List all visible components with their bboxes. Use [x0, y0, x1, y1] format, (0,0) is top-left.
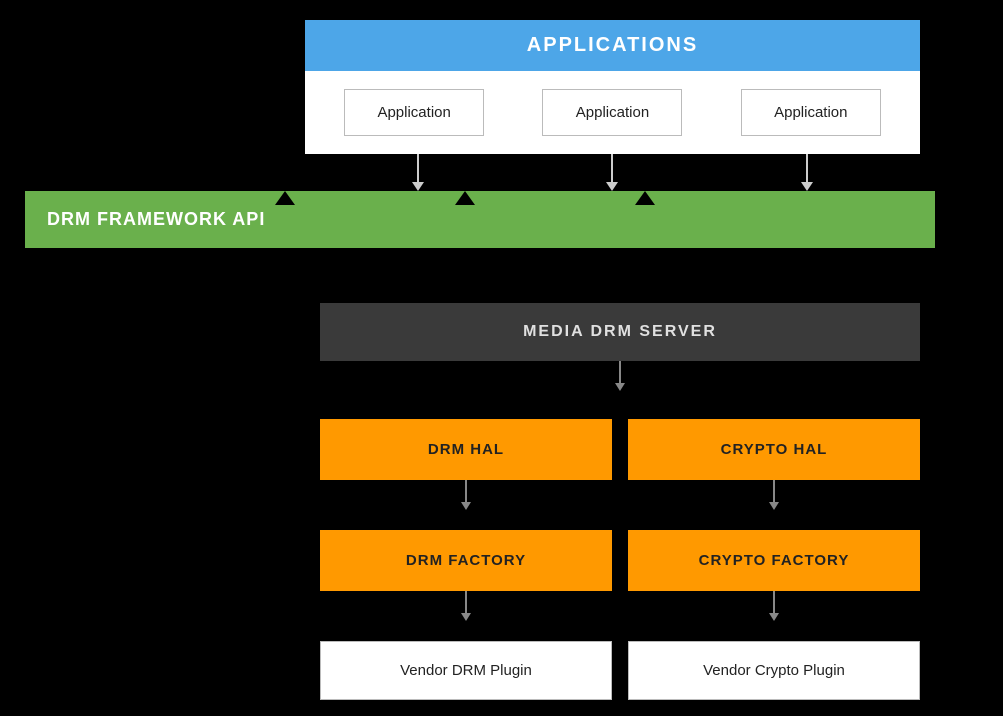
hal-row: DRM HAL CRYPTO HAL	[320, 419, 920, 480]
factory-arrow-1	[461, 591, 471, 621]
application-box-2: Application	[542, 89, 682, 136]
head-3	[801, 182, 813, 191]
notch-2	[455, 191, 475, 205]
applications-header: APPLICATIONS	[305, 20, 920, 71]
application-box-1: Application	[344, 89, 484, 136]
factory-head-2	[769, 613, 779, 621]
hal-arrow-1	[461, 480, 471, 510]
mid-gap	[10, 248, 990, 303]
shaft-2	[611, 154, 613, 182]
hal-arrow-2	[769, 480, 779, 510]
drm-framework-block: DRM FRAMEWORK API	[25, 191, 935, 248]
crypto-factory-box: CRYPTO FACTORY	[628, 530, 920, 591]
drm-framework-container: DRM FRAMEWORK API	[25, 191, 935, 248]
diagram-wrapper: APPLICATIONS Application Application App…	[10, 20, 990, 700]
factory-arrows-row	[320, 591, 920, 621]
hal-shaft-1	[465, 480, 467, 502]
applications-block: APPLICATIONS Application Application App…	[305, 20, 920, 154]
vendor-row: Vendor DRM Plugin Vendor Crypto Plugin	[320, 641, 920, 700]
factory-head-1	[461, 613, 471, 621]
factory-arrow-col-2	[628, 591, 920, 621]
drm-up-arrows	[275, 191, 655, 205]
hal-arrows-row	[320, 480, 920, 510]
hal-arrow-col-2	[628, 480, 920, 510]
arrow-app3-down	[737, 154, 877, 191]
factory-row: DRM FACTORY CRYPTO FACTORY	[320, 530, 920, 591]
hal-head-1	[461, 502, 471, 510]
drm-hal-box: DRM HAL	[320, 419, 612, 480]
media-drm-head	[615, 383, 625, 391]
media-drm-arrow	[320, 361, 920, 391]
shaft-1	[417, 154, 419, 182]
drm-factory-box: DRM FACTORY	[320, 530, 612, 591]
arrow-app1-down	[348, 154, 488, 191]
shaft-3	[806, 154, 808, 182]
head-1	[412, 182, 424, 191]
factory-shaft-1	[465, 591, 467, 613]
vendor-crypto-plugin-box: Vendor Crypto Plugin	[628, 641, 920, 700]
drm-framework-label: DRM FRAMEWORK API	[47, 209, 265, 230]
crypto-hal-box: CRYPTO HAL	[628, 419, 920, 480]
factory-arrow-col-1	[320, 591, 612, 621]
arrow-app2-down	[542, 154, 682, 191]
notch-1	[275, 191, 295, 205]
applications-body: Application Application Application	[305, 71, 920, 154]
head-2	[606, 182, 618, 191]
vendor-drm-plugin-box: Vendor DRM Plugin	[320, 641, 612, 700]
factory-shaft-2	[773, 591, 775, 613]
media-drm-server: MEDIA DRM SERVER	[320, 303, 920, 361]
hal-shaft-2	[773, 480, 775, 502]
media-drm-shaft	[619, 361, 621, 383]
application-box-3: Application	[741, 89, 881, 136]
hal-head-2	[769, 502, 779, 510]
arrows-from-apps	[305, 154, 920, 191]
media-drm-arrow-down	[615, 361, 625, 391]
factory-arrow-2	[769, 591, 779, 621]
notch-3	[635, 191, 655, 205]
hal-arrow-col-1	[320, 480, 612, 510]
